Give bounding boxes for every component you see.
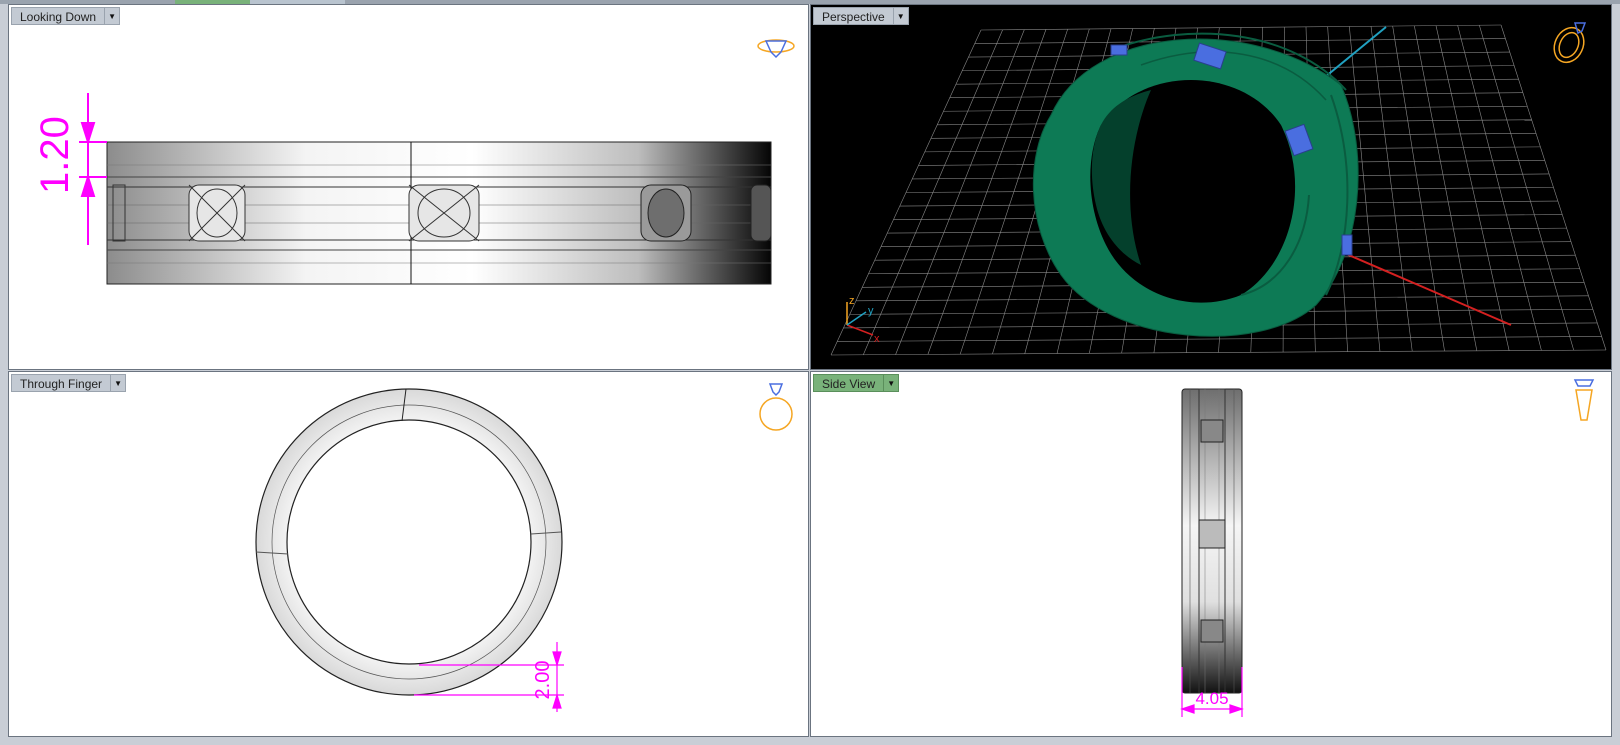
ring-front-drawing: 2.00 (255, 383, 793, 712)
axis-triad-icon: z y x (846, 295, 880, 345)
viewport-label[interactable]: Perspective ▼ (813, 7, 909, 25)
dimension-line (79, 93, 107, 245)
viewport-label[interactable]: Through Finger ▼ (11, 374, 127, 392)
dropdown-arrow-icon[interactable]: ▼ (893, 7, 909, 25)
ring-side-icon (1573, 379, 1595, 421)
viewport-side-view[interactable]: Side View ▼ 4.05 (810, 371, 1612, 737)
ring-top-view-icon (757, 39, 795, 59)
axis-z-label: z (849, 295, 855, 307)
viewport-label[interactable]: Looking Down ▼ (11, 7, 121, 25)
dimension-label: 2.00 (532, 661, 554, 700)
ring-top-drawing: 1.20 (33, 39, 795, 285)
stone-3 (1341, 234, 1353, 256)
ring-perspective-icon (1553, 22, 1587, 64)
dropdown-arrow-icon[interactable]: ▼ (111, 374, 127, 392)
stone-1 (188, 184, 246, 242)
viewport-title: Perspective (813, 7, 894, 25)
ring-side-drawing: 4.05 (1180, 379, 1595, 717)
dropdown-arrow-icon[interactable]: ▼ (884, 374, 900, 392)
stone-3 (640, 184, 692, 242)
stone-3 (1200, 619, 1224, 643)
stone-1 (1200, 419, 1224, 443)
dropdown-arrow-icon[interactable]: ▼ (105, 7, 121, 25)
viewport-through-finger[interactable]: Through Finger ▼ 2.00 (8, 371, 809, 737)
viewport-title: Side View (813, 374, 885, 392)
ring-front-icon (759, 383, 793, 431)
perspective-scene: z y x (830, 22, 1607, 356)
dimension-label: 1.20 (33, 116, 77, 194)
viewport-label[interactable]: Side View ▼ (813, 374, 900, 392)
viewport-title: Through Finger (11, 374, 112, 392)
ring-3d-model (1032, 32, 1359, 337)
viewport-looking-down[interactable]: Looking Down ▼ 1.20 (8, 4, 809, 370)
dimension-label: 4.05 (1195, 689, 1228, 708)
stone-2 (408, 184, 480, 242)
stone-2 (1198, 519, 1226, 549)
stone-4 (1110, 44, 1128, 56)
axis-y-label: y (868, 305, 874, 317)
axis-x-label: x (874, 333, 880, 345)
viewport-title: Looking Down (11, 7, 106, 25)
stone-4 (750, 184, 772, 242)
viewport-perspective[interactable]: Perspective ▼ z y x (810, 4, 1612, 370)
